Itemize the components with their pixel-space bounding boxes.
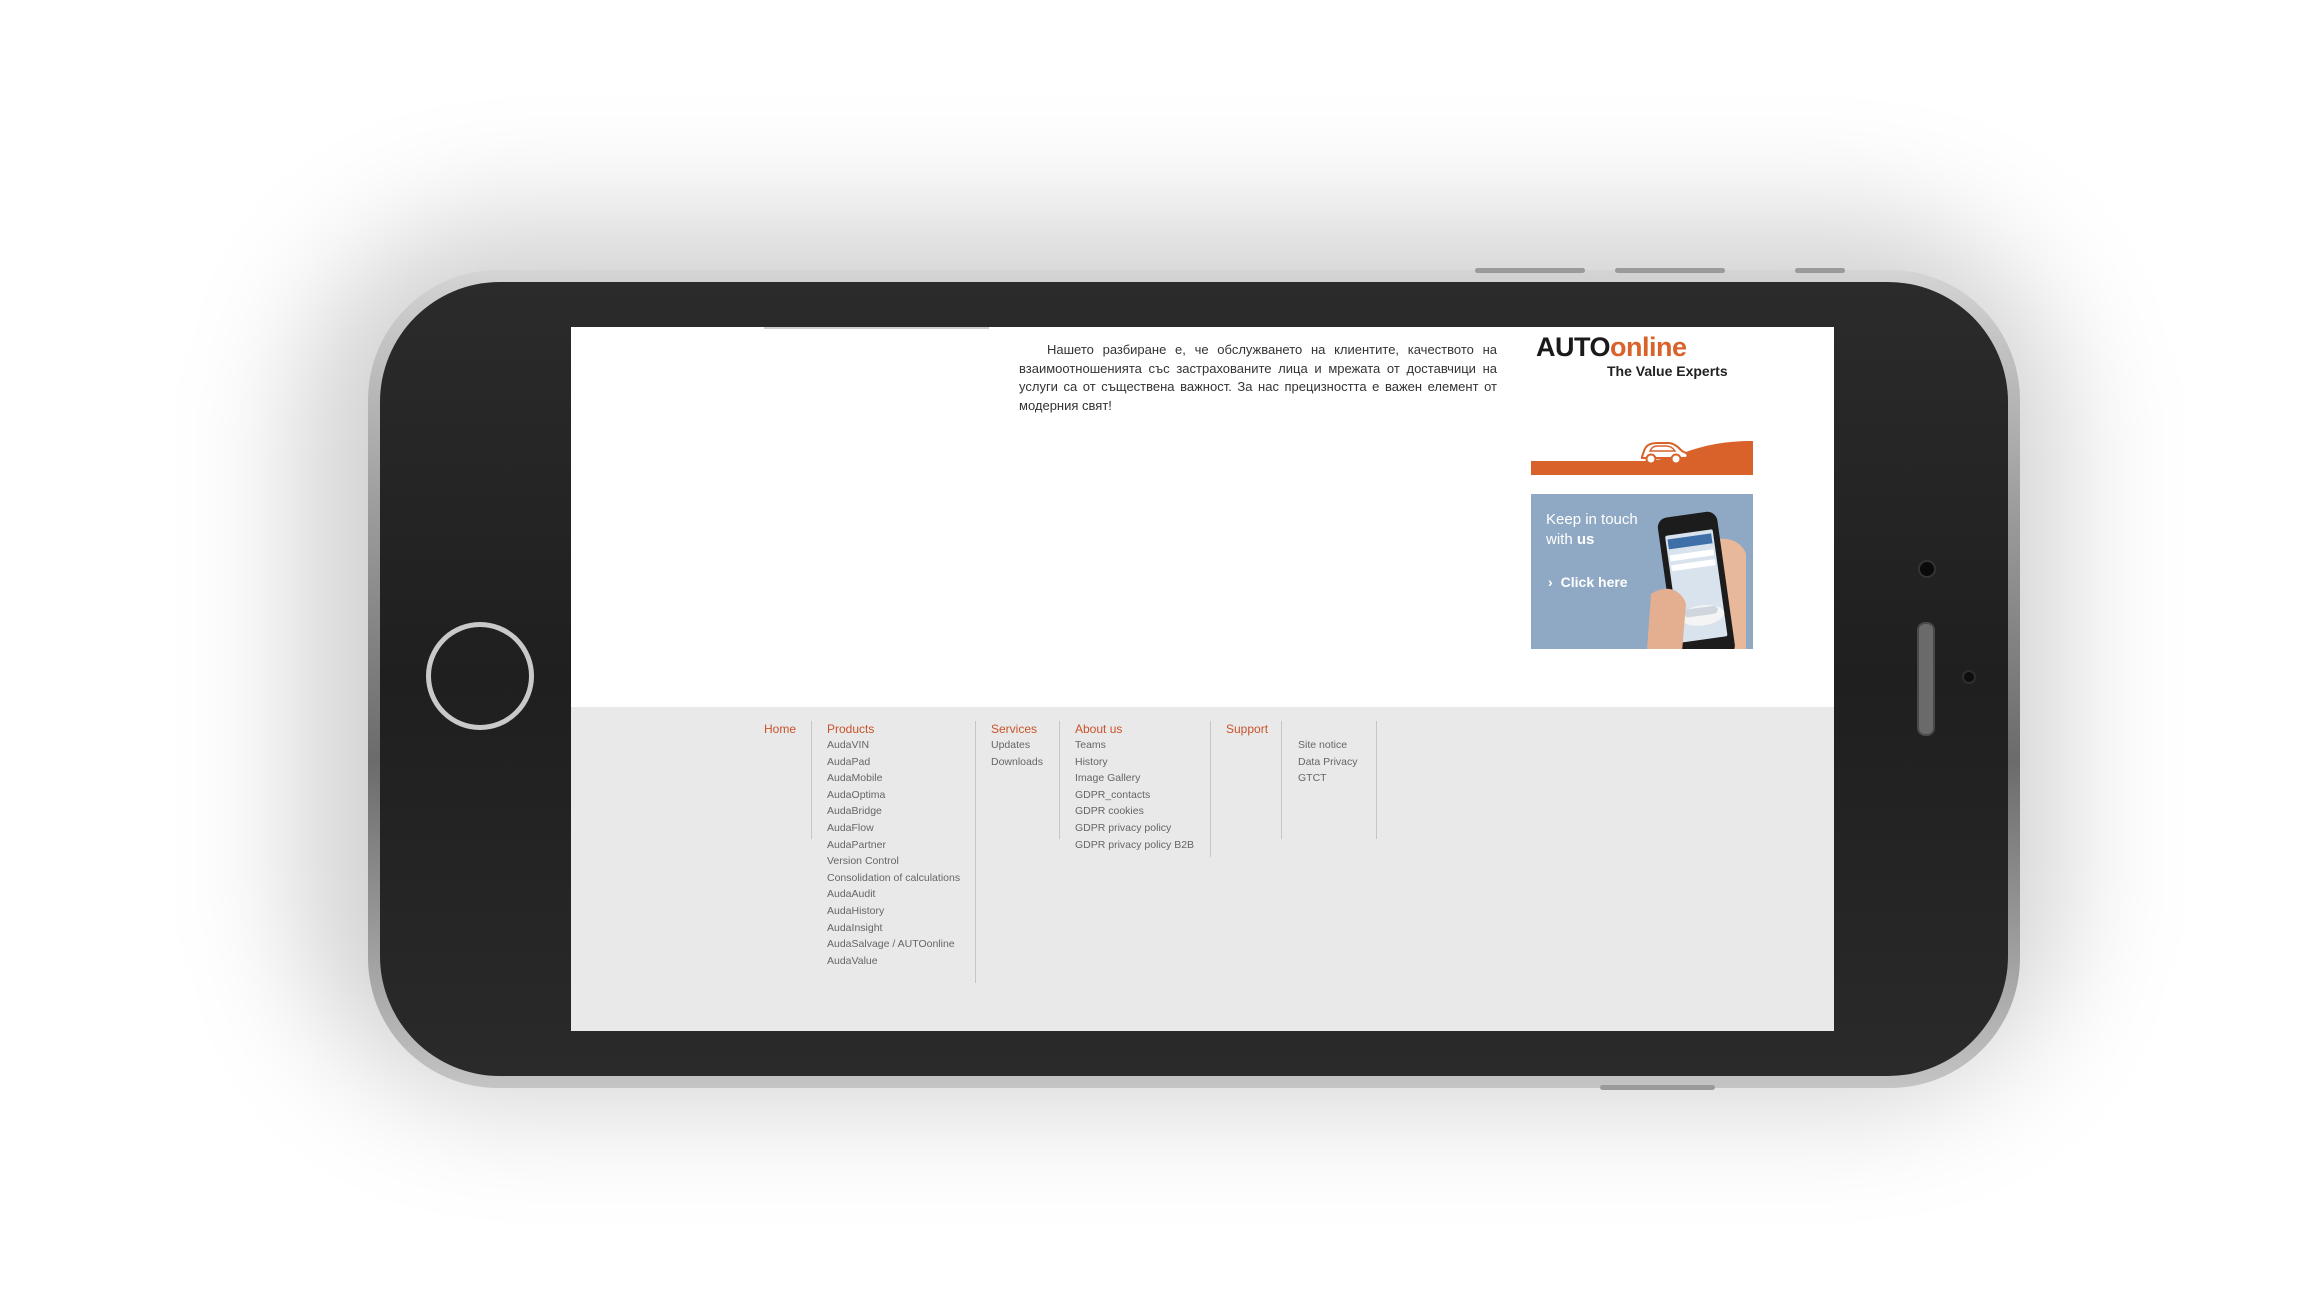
- footer-link-product[interactable]: AudaSalvage / AUTOonline: [827, 936, 960, 953]
- footer-link-product[interactable]: AudaAudit: [827, 886, 960, 903]
- footer-link-products[interactable]: Products: [827, 721, 960, 737]
- footer-link-gtct[interactable]: GTCT: [1298, 770, 1358, 787]
- footer-link-about-us[interactable]: About us: [1075, 721, 1194, 737]
- chevron-right-icon: ›: [1548, 574, 1553, 590]
- footer-link-services[interactable]: Services: [991, 721, 1043, 737]
- autoonline-logo[interactable]: AUTOonline: [1536, 332, 1687, 363]
- footer-divider: [1210, 721, 1211, 857]
- footer-link-data-privacy[interactable]: Data Privacy: [1298, 754, 1358, 771]
- footer-divider: [975, 721, 976, 983]
- footer-divider: [1059, 721, 1060, 839]
- footer-link-support[interactable]: Support: [1226, 721, 1268, 737]
- footer-link-product[interactable]: AudaFlow: [827, 820, 960, 837]
- footer-link-home[interactable]: Home: [764, 721, 796, 737]
- footer-link-product[interactable]: AudaPad: [827, 754, 960, 771]
- footer-divider: [1376, 721, 1377, 839]
- footer-link-product[interactable]: AudaOptima: [827, 787, 960, 804]
- footer-legal-column: Site notice Data Privacy GTCT: [1298, 737, 1358, 787]
- footer-about-column: About us Teams History Image Gallery GDP…: [1075, 721, 1194, 853]
- footer-divider: [1281, 721, 1282, 839]
- car-banner: [1531, 441, 1753, 475]
- footer-products-column: Products AudaVIN AudaPad AudaMobile Auda…: [827, 721, 960, 969]
- footer-link-product[interactable]: AudaBridge: [827, 803, 960, 820]
- volume-up-button: [1475, 268, 1585, 273]
- logo-online-text: online: [1610, 332, 1687, 362]
- footer-link-product[interactable]: AudaHistory: [827, 903, 960, 920]
- footer-link-product[interactable]: AudaValue: [827, 953, 960, 970]
- front-camera: [1918, 560, 1936, 578]
- earpiece-speaker: [1917, 622, 1935, 736]
- footer-link-product[interactable]: AudaInsight: [827, 920, 960, 937]
- click-here-label: Click here: [1560, 574, 1628, 590]
- footer-link-product[interactable]: Version Control: [827, 853, 960, 870]
- browser-viewport: Нашето разбиране е, че обслужването на к…: [571, 327, 1834, 1031]
- footer-link-product[interactable]: AudaMobile: [827, 770, 960, 787]
- footer-link-service[interactable]: Updates: [991, 737, 1043, 754]
- proximity-sensor: [1962, 670, 1976, 684]
- footer-divider: [811, 721, 812, 839]
- footer-link-product[interactable]: AudaVIN: [827, 737, 960, 754]
- smartphone-in-hand-image: [1647, 511, 1746, 649]
- footer-home-column: Home: [764, 721, 796, 737]
- intro-paragraph: Нашето разбиране е, че обслужването на к…: [1019, 342, 1497, 413]
- logo-auto-text: AUTO: [1536, 332, 1611, 362]
- footer-services-column: Services Updates Downloads: [991, 721, 1043, 770]
- footer-link-site-notice[interactable]: Site notice: [1298, 737, 1358, 754]
- volume-down-button: [1615, 268, 1725, 273]
- footer-link-about[interactable]: GDPR_contacts: [1075, 787, 1194, 804]
- footer-link-about[interactable]: Image Gallery: [1075, 770, 1194, 787]
- ad-title-line2: with us: [1546, 531, 1595, 548]
- ad-title: Keep in touch with us: [1546, 510, 1638, 550]
- ad-title-line1: Keep in touch: [1546, 511, 1638, 528]
- footer-link-product[interactable]: AudaPartner: [827, 837, 960, 854]
- keep-in-touch-ad[interactable]: Keep in touch with us › Click here: [1531, 494, 1753, 649]
- footer-link-about[interactable]: History: [1075, 754, 1194, 771]
- footer-support-column: Support: [1226, 721, 1268, 737]
- click-here-link[interactable]: › Click here: [1548, 574, 1628, 590]
- footer-link-about[interactable]: GDPR privacy policy: [1075, 820, 1194, 837]
- home-button[interactable]: [426, 622, 534, 730]
- mute-switch: [1795, 268, 1845, 273]
- footer-link-service[interactable]: Downloads: [991, 754, 1043, 771]
- site-footer: Home Products AudaVIN AudaPad AudaMobile…: [571, 707, 1834, 1031]
- content-divider: [764, 327, 989, 329]
- power-button: [1600, 1085, 1715, 1090]
- logo-tagline: The Value Experts: [1607, 363, 1728, 379]
- footer-link-about[interactable]: GDPR privacy policy B2B: [1075, 837, 1194, 854]
- footer-link-product[interactable]: Consolidation of calculations: [827, 870, 960, 887]
- footer-link-about[interactable]: GDPR cookies: [1075, 803, 1194, 820]
- footer-link-about[interactable]: Teams: [1075, 737, 1194, 754]
